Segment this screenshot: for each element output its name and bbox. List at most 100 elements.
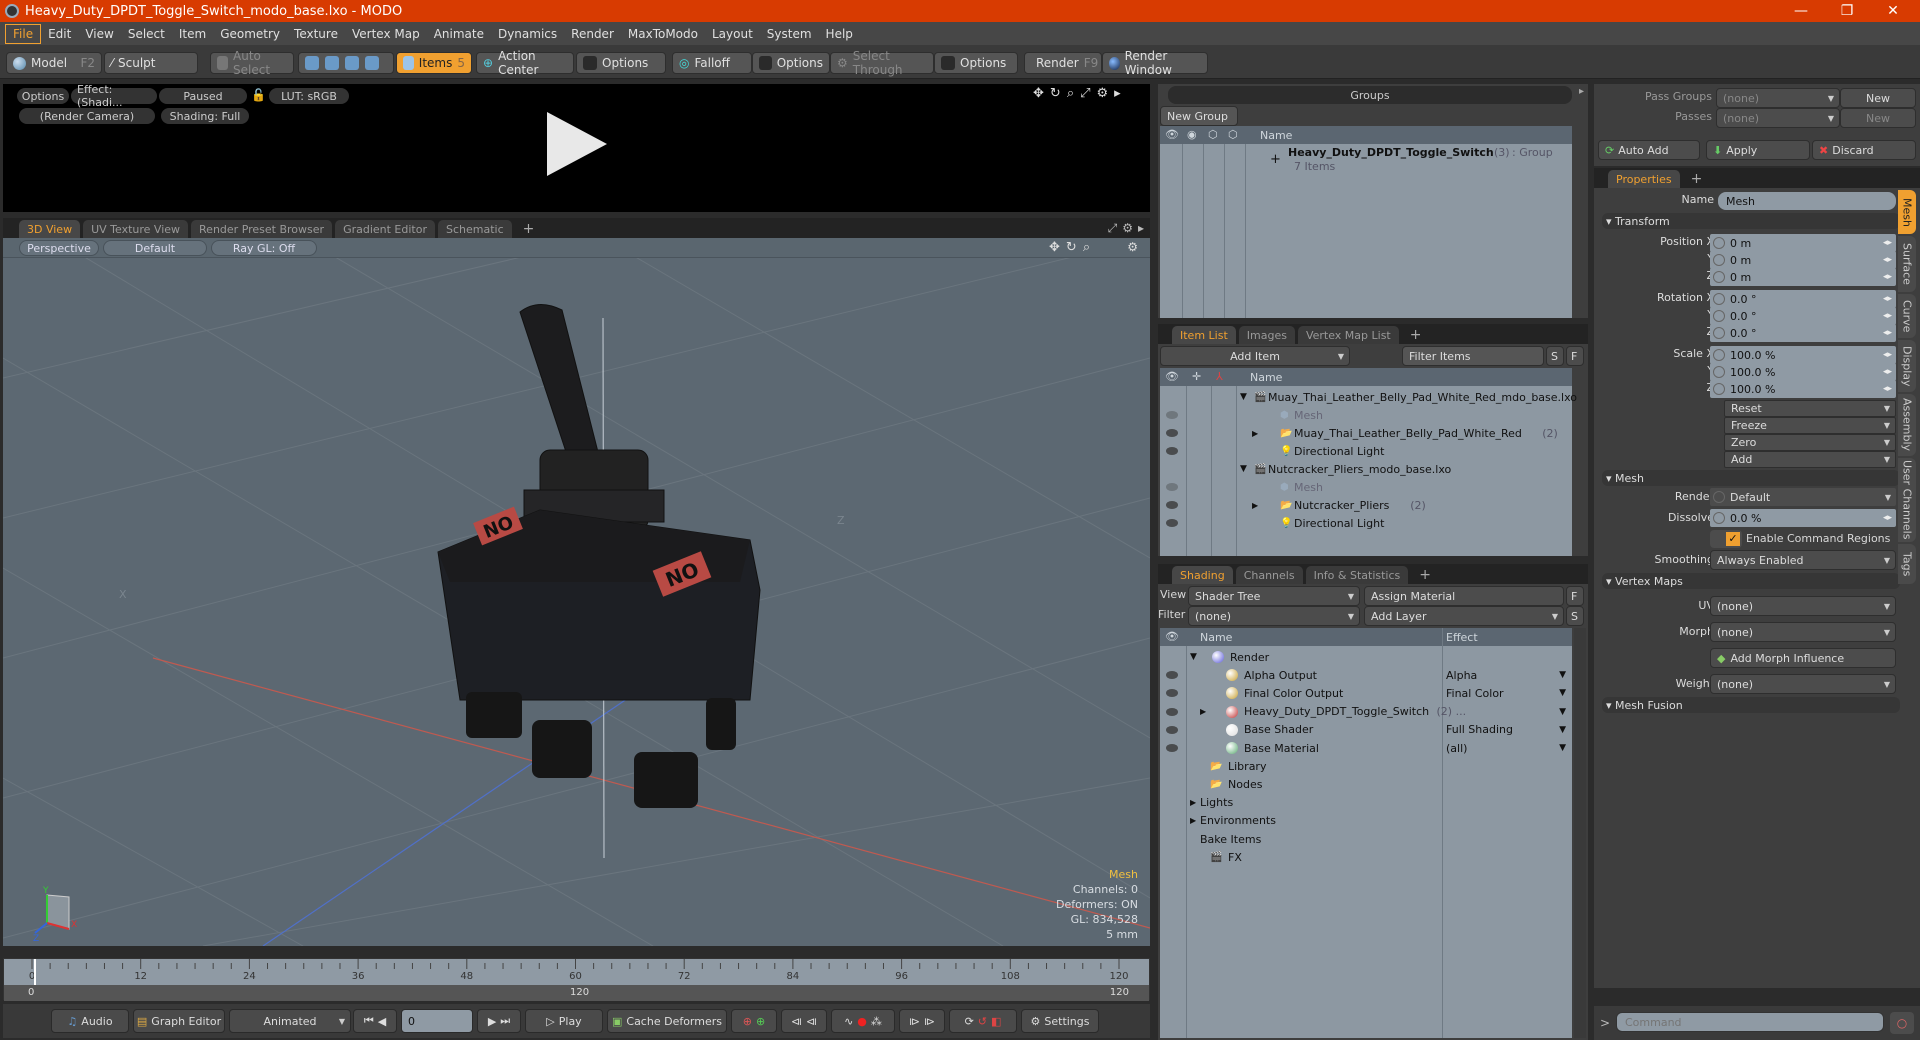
menu-render[interactable]: Render [564,25,621,43]
drag-arrows-icon[interactable]: ◂▸ [1883,272,1892,282]
item-row[interactable]: 💡 Directional Light [1160,514,1572,532]
edges-mode-icon[interactable] [325,56,339,70]
expand-icon[interactable]: ▶ [1190,816,1196,825]
tab-shading[interactable]: Shading [1172,566,1233,584]
side-tab-display[interactable]: Display [1898,340,1916,392]
tab-schematic[interactable]: Schematic [438,220,512,238]
rotate-icon[interactable]: ↻ [1050,86,1061,101]
materials-mode-icon[interactable] [365,56,379,70]
item-row[interactable]: 💡 Directional Light [1160,442,1572,460]
side-tab-curve[interactable]: Curve [1898,294,1916,338]
menu-vertex-map[interactable]: Vertex Map [345,25,427,43]
add-tab-button[interactable]: + [1402,326,1430,344]
preview-effect-dropdown[interactable]: Effect: (Shadi... [71,83,157,109]
shader-row[interactable]: Base Shader Full Shading ▼ [1160,721,1572,739]
key-up-icon[interactable]: ⊕ [743,1015,752,1028]
item-row[interactable]: ⬢ Mesh [1160,478,1572,496]
skip-start-buttons[interactable]: ⏮ ◀ [353,1009,397,1033]
shader-row[interactable]: ▶ Heavy_Duty_DPDT_Toggle_Switch (2) ... ▼ [1160,703,1572,721]
animated-dropdown[interactable]: Animated [229,1009,351,1033]
tab-properties[interactable]: Properties [1608,170,1680,188]
rotation-y-input[interactable]: 0.0 ° ◂▸ [1710,307,1896,325]
rotate-icon[interactable]: ↻ [1066,240,1077,255]
menu-texture[interactable]: Texture [287,25,345,43]
shader-row[interactable]: ▶ Lights [1160,794,1572,812]
eye-icon[interactable] [1166,671,1178,680]
gear-icon[interactable]: ⚙ [1127,240,1138,254]
pass-groups-dropdown[interactable]: (none) [1716,88,1840,108]
morph-dropdown[interactable]: (none) [1710,622,1896,642]
select-through-options-button[interactable]: Options [934,52,1018,74]
model-button[interactable]: Model F2 [6,52,102,74]
timeline[interactable]: 0 12 24 36 48 60 72 84 96 108 120 0 120 120 [3,958,1150,1001]
side-tab-surface[interactable]: Surface [1898,236,1916,292]
shading-dropdown[interactable]: Shading: Full [161,108,249,124]
smoothing-dropdown[interactable]: Always Enabled [1710,550,1896,570]
lock-col-icon[interactable]: ⬡ [1208,128,1218,141]
render-button[interactable]: Render F9 [1024,52,1102,74]
side-tab-tags[interactable]: Tags [1898,544,1916,584]
drag-arrows-icon[interactable]: ◂▸ [1883,350,1892,360]
filter-dropdown[interactable]: (none) [1188,606,1360,626]
position-x-input[interactable]: 0 m ◂▸ [1710,234,1896,252]
prev-key-buttons[interactable]: ⧏ ⧏ [781,1009,827,1033]
eye-icon[interactable] [1166,725,1178,734]
drag-arrows-icon[interactable]: ◂▸ [1883,311,1892,321]
name-column-header[interactable]: Name [1200,631,1232,644]
toggle-switch-model[interactable]: ON ON [420,290,780,850]
auto-add-button[interactable]: ⟳ Auto Add [1598,140,1700,160]
maximize-icon[interactable]: ⤢ [1080,86,1090,101]
falloff-button[interactable]: ◎ Falloff [672,52,752,74]
add-tab-button[interactable]: + [515,220,543,238]
menu-help[interactable]: Help [819,25,860,43]
tab-info-statistics[interactable]: Info & Statistics [1305,566,1409,584]
discard-button[interactable]: ✖ Discard [1812,140,1916,160]
command-regions-toggle[interactable]: ✓ [1710,530,1742,548]
shader-row[interactable]: 📂 Library [1160,757,1572,775]
side-tab-assembly[interactable]: Assembly [1898,394,1916,456]
action-center-options-button[interactable]: Options [576,52,666,74]
drag-arrows-icon[interactable]: ◂▸ [1883,294,1892,304]
graph-editor-button[interactable]: ▤ Graph Editor [133,1009,225,1033]
next-key-icon[interactable]: ⧐ [909,1015,920,1028]
step-back-icon[interactable]: ◀ [378,1015,386,1028]
next-key-buttons[interactable]: ⧐ ⧐ [899,1009,945,1033]
effect-dropdown-icon[interactable]: ▼ [1559,725,1566,735]
menu-view[interactable]: View [78,25,120,43]
camera-dropdown[interactable]: (Render Camera) [19,108,155,124]
rotation-x-input[interactable]: 0.0 ° ◂▸ [1710,290,1896,308]
effect-dropdown-icon[interactable]: ▼ [1559,688,1566,698]
record-macro-icon[interactable]: ○ [1890,1012,1914,1034]
menu-file[interactable]: File [5,23,42,44]
skip-to-start-icon[interactable]: ⏮ [364,1014,374,1028]
menu-layout[interactable]: Layout [705,25,760,43]
new-pass-group-button[interactable]: New [1840,88,1916,108]
skip-end-buttons[interactable]: ▶ ⏭ [477,1009,521,1033]
position-y-input[interactable]: 0 m ◂▸ [1710,251,1896,269]
tab-uv-texture-view[interactable]: UV Texture View [83,220,189,238]
render-preview[interactable]: Options Effect: (Shadi... Paused 🔓 LUT: … [3,83,1150,212]
weight-dropdown[interactable]: (none) [1710,674,1896,694]
freeze-dropdown[interactable]: Freeze [1724,417,1896,434]
audio-button[interactable]: ♫ Audio [51,1009,129,1033]
drag-arrows-icon[interactable]: ◂▸ [1883,328,1892,338]
checkbox-checked-icon[interactable]: ✓ [1726,532,1740,546]
collapse-icon[interactable]: ▼ [1190,652,1197,662]
menu-dynamics[interactable]: Dynamics [491,25,564,43]
tab-item-list[interactable]: Item List [1172,326,1236,344]
render-col-icon[interactable]: ◉ [1187,128,1197,141]
raygl-toggle[interactable]: Ray GL: Off [211,240,317,256]
tab-gradient-editor[interactable]: Gradient Editor [335,220,435,238]
move-icon[interactable]: ✥ [1049,240,1060,255]
tab-images[interactable]: Images [1238,326,1295,344]
scale-y-input[interactable]: 100.0 % ◂▸ [1710,363,1896,381]
shader-row[interactable]: Final Color Output Final Color ▼ [1160,684,1572,702]
zero-dropdown[interactable]: Zero [1724,434,1896,451]
cycle-buttons[interactable]: ⟳ ↺ ◧ [949,1009,1017,1033]
key-buttons[interactable]: ⊕ ⊕ [731,1009,777,1033]
auto-select-button[interactable]: Auto Select [210,49,294,77]
menu-animate[interactable]: Animate [427,25,491,43]
effect-dropdown-icon[interactable]: ▼ [1559,743,1566,753]
menu-system[interactable]: System [760,25,819,43]
effect-column-header[interactable]: Effect [1446,631,1478,644]
